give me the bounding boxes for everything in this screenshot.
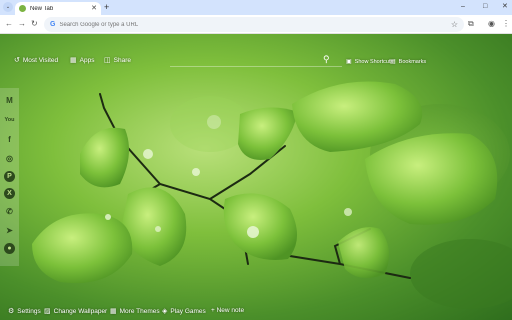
instagram-icon[interactable]: ◎ <box>3 152 17 166</box>
profile-avatar-icon[interactable]: ◉ <box>488 19 495 29</box>
new-note-label: + New note <box>211 307 245 314</box>
tab-search-button[interactable]: ⌄ <box>3 2 13 12</box>
themes-grid-icon: ▦ <box>110 308 117 315</box>
play-games-button[interactable]: ◈ Play Games <box>162 307 206 316</box>
minimize-button[interactable]: – <box>461 2 465 11</box>
bookmarks-label: Bookmarks <box>398 58 427 65</box>
back-button[interactable]: ← <box>5 19 13 29</box>
reddit-icon[interactable]: ● <box>4 243 15 254</box>
tab-strip: ⌄ New Tab ✕ + – □ ✕ <box>0 0 512 15</box>
close-tab-icon[interactable]: ✕ <box>91 5 97 12</box>
address-bar[interactable]: G ☆ <box>44 17 464 32</box>
wallpaper-image <box>32 81 512 309</box>
settings-button[interactable]: ⚙ Settings <box>8 307 41 316</box>
chevron-down-icon: ⌄ <box>5 3 11 10</box>
new-tab-page: ↺ Most Visited ▦ Apps ◫ Share ⚲ ▣ Show S… <box>0 34 512 320</box>
most-visited-label: Most Visited <box>22 56 59 64</box>
more-menu-icon[interactable]: ⋮ <box>502 19 510 29</box>
image-icon: ▨ <box>44 308 51 315</box>
maximize-button[interactable]: □ <box>483 2 487 11</box>
new-note-button[interactable]: + New note <box>211 307 244 314</box>
share-label: Share <box>113 56 131 64</box>
new-tab-button[interactable]: + <box>104 2 109 12</box>
share-icon: ◫ <box>104 57 111 64</box>
forward-button[interactable]: → <box>18 19 26 29</box>
more-themes-label: More Themes <box>119 307 160 315</box>
show-shortcuts-label: Show Shortcuts <box>354 58 394 65</box>
play-games-label: Play Games <box>170 307 206 315</box>
bookmarks-icon: ▤ <box>390 59 396 65</box>
extensions-icon[interactable]: ⧉ <box>468 19 474 29</box>
whatsapp-icon[interactable]: ✆ <box>3 204 17 218</box>
favicon-icon <box>19 5 26 12</box>
shortcuts-icon: ▣ <box>346 59 352 65</box>
settings-label: Settings <box>17 307 41 315</box>
search-underline <box>170 66 342 67</box>
telegram-icon[interactable]: ➤ <box>3 224 17 238</box>
youtube-icon[interactable]: You <box>3 113 17 127</box>
most-visited-link[interactable]: ↺ Most Visited <box>14 56 59 65</box>
show-shortcuts-link[interactable]: ▣ Show Shortcuts <box>346 58 394 66</box>
change-wallpaper-label: Change Wallpaper <box>53 307 108 315</box>
gmail-icon[interactable]: M <box>3 93 17 107</box>
bookmarks-link[interactable]: ▤ Bookmarks <box>390 58 427 66</box>
browser-toolbar: ← → ↻ G ☆ ⧉ ◉ ⋮ <box>0 15 512 34</box>
history-icon: ↺ <box>14 57 20 64</box>
search-icon[interactable]: ⚲ <box>323 54 330 65</box>
address-input[interactable] <box>59 21 440 28</box>
apps-link[interactable]: ▦ Apps <box>70 56 95 65</box>
gear-icon: ⚙ <box>8 308 15 315</box>
social-sidebar: M You f ◎ P X ✆ ➤ ● <box>0 88 19 266</box>
google-icon: G <box>50 21 56 28</box>
gamepad-icon: ◈ <box>162 308 168 315</box>
more-themes-button[interactable]: ▦ More Themes <box>110 307 160 316</box>
reload-button[interactable]: ↻ <box>31 19 38 29</box>
tab-new-tab[interactable]: New Tab ✕ <box>15 2 101 15</box>
apps-label: Apps <box>79 56 95 64</box>
bookmark-star-icon[interactable]: ☆ <box>451 20 458 29</box>
apps-grid-icon: ▦ <box>70 57 77 64</box>
change-wallpaper-button[interactable]: ▨ Change Wallpaper <box>44 307 108 316</box>
close-window-button[interactable]: ✕ <box>502 2 508 11</box>
pinterest-icon[interactable]: P <box>4 171 15 182</box>
bottom-bar: ⚙ Settings ▨ Change Wallpaper ▦ More The… <box>0 304 512 320</box>
x-icon[interactable]: X <box>4 187 15 199</box>
tab-title: New Tab <box>30 5 54 12</box>
facebook-icon[interactable]: f <box>3 132 17 146</box>
share-link[interactable]: ◫ Share <box>104 56 131 65</box>
